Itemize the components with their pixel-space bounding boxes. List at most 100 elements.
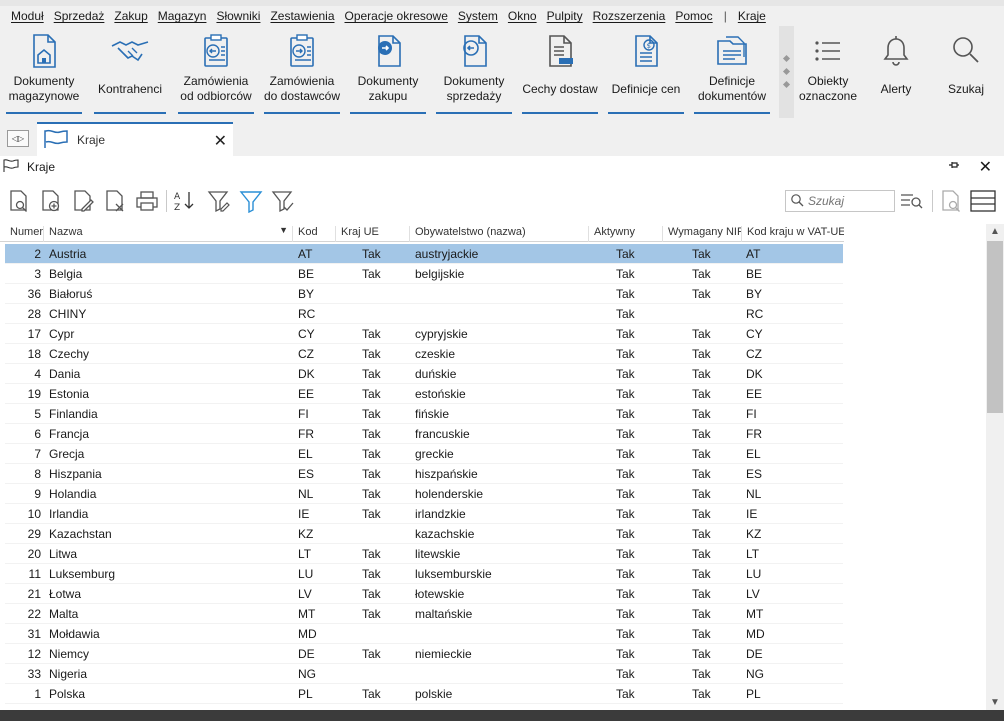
- add-document-button[interactable]: [38, 187, 64, 215]
- flag-icon: [43, 129, 69, 152]
- table-row[interactable]: 19 Estonia EE Tak estońskie Tak Tak EE: [5, 384, 843, 404]
- table-row[interactable]: 2 Austria AT Tak austryjackie Tak Tak AT: [5, 244, 843, 264]
- ribbon-dokumenty-magazynowe-button[interactable]: Dokumenty magazynowe: [4, 30, 84, 114]
- print-button[interactable]: [134, 187, 160, 215]
- table-row[interactable]: 36 Białoruś BY Tak Tak BY: [5, 284, 843, 304]
- ribbon-obiekty-oznaczone-button[interactable]: Obiekty oznaczone: [796, 30, 860, 114]
- table-row[interactable]: 4 Dania DK Tak duńskie Tak Tak DK: [5, 364, 843, 384]
- scroll-up-icon[interactable]: ▲: [990, 226, 1000, 237]
- column-header-wymagany-nip[interactable]: Wymagany NIP: [663, 226, 742, 242]
- cell-nazwa: Niemcy: [49, 647, 90, 661]
- countries-grid[interactable]: Numer Nazwa ▼ Kod Kraj UE Obywatelstwo (…: [0, 224, 986, 710]
- column-header-obywatelstwo[interactable]: Obywatelstwo (nazwa): [410, 226, 589, 242]
- menu-item[interactable]: Sprzedaż: [49, 9, 110, 23]
- table-row[interactable]: 18 Czechy CZ Tak czeskie Tak Tak CZ: [5, 344, 843, 364]
- ribbon-kontrahenci-button[interactable]: Kontrahenci: [92, 30, 168, 114]
- menu-item[interactable]: Operacje okresowe: [340, 9, 453, 23]
- list-icon: [812, 30, 844, 72]
- scroll-down-icon[interactable]: ▼: [990, 697, 1000, 708]
- table-row[interactable]: 31 Mołdawia MD Tak Tak MD: [5, 624, 843, 644]
- ribbon-definicje-cen-button[interactable]: $ Definicje cen: [606, 30, 686, 114]
- filter-button[interactable]: [238, 187, 264, 215]
- table-row[interactable]: 28 CHINY RC Tak RC: [5, 304, 843, 324]
- cell-obywatelstwo: hiszpańskie: [415, 467, 478, 481]
- ribbon-dokumenty-zakupu-button[interactable]: Dokumenty zakupu: [348, 30, 428, 114]
- menu-item[interactable]: Magazyn: [153, 9, 212, 23]
- document-search-button[interactable]: [938, 187, 964, 215]
- column-header-kod-vat-ue[interactable]: Kod kraju w VAT-UE: [742, 226, 844, 242]
- search-input[interactable]: [808, 194, 894, 208]
- column-header-kraj-ue[interactable]: Kraj UE: [336, 226, 410, 242]
- sort-button[interactable]: AZ: [172, 187, 198, 215]
- table-row[interactable]: 22 Malta MT Tak maltańskie Tak Tak MT: [5, 604, 843, 624]
- ribbon-szukaj-button[interactable]: Szukaj: [938, 30, 994, 114]
- ribbon-grip[interactable]: [779, 26, 794, 118]
- table-row[interactable]: 11 Luksemburg LU Tak luksemburskie Tak Tak LU: [5, 564, 843, 584]
- column-header-aktywny[interactable]: Aktywny: [589, 226, 663, 242]
- svg-text:$: $: [647, 42, 651, 50]
- cell-kod-vat-ue: DE: [746, 647, 763, 661]
- layout-button[interactable]: [970, 187, 996, 215]
- advanced-search-button[interactable]: [898, 187, 924, 215]
- table-row[interactable]: 5 Finlandia FI Tak fińskie Tak Tak FI: [5, 404, 843, 424]
- menu-item[interactable]: Rozszerzenia: [588, 9, 671, 23]
- menu-item[interactable]: System: [453, 9, 503, 23]
- table-row[interactable]: 1 Polska PL Tak polskie Tak Tak PL: [5, 684, 843, 704]
- table-row[interactable]: 9 Holandia NL Tak holenderskie Tak Tak NL: [5, 484, 843, 504]
- document-edit-icon: [74, 190, 94, 212]
- close-window-icon[interactable]: ✕: [979, 157, 992, 177]
- filter-clear-button[interactable]: [270, 187, 296, 215]
- filter-icon: [239, 191, 263, 213]
- table-row[interactable]: 7 Grecja EL Tak greckie Tak Tak EL: [5, 444, 843, 464]
- search-icon: [790, 193, 804, 210]
- menu-item[interactable]: Kraje: [733, 9, 771, 23]
- scrollbar-thumb[interactable]: [987, 241, 1003, 413]
- cell-nazwa: Łotwa: [49, 587, 82, 601]
- delete-document-button[interactable]: [102, 187, 128, 215]
- price-definitions-icon: $: [629, 30, 663, 72]
- preview-document-button[interactable]: [6, 187, 32, 215]
- vertical-scrollbar[interactable]: ▲ ▼: [986, 224, 1004, 710]
- ribbon-dokumenty-sprzedazy-button[interactable]: Dokumenty sprzedaży: [434, 30, 514, 114]
- tab-navigation-button[interactable]: ◁▷: [7, 130, 29, 147]
- table-row[interactable]: 6 Francja FR Tak francuskie Tak Tak FR: [5, 424, 843, 444]
- edit-document-button[interactable]: [70, 187, 96, 215]
- tab-kraje[interactable]: Kraje ✕: [37, 122, 233, 156]
- menu-item[interactable]: Okno: [503, 9, 542, 23]
- menu-item[interactable]: Pomoc: [670, 9, 717, 23]
- column-header-nazwa[interactable]: Nazwa ▼: [44, 226, 293, 242]
- cell-kod: EE: [298, 387, 315, 401]
- menu-item[interactable]: Zestawienia: [265, 9, 339, 23]
- table-row[interactable]: 8 Hiszpania ES Tak hiszpańskie Tak Tak ES: [5, 464, 843, 484]
- ribbon-zamowienia-do-dostawcow-button[interactable]: Zamówienia do dostawców: [262, 30, 342, 114]
- filter-edit-button[interactable]: [206, 187, 232, 215]
- cell-aktywny: Tak: [616, 667, 635, 681]
- menu-item[interactable]: Zakup: [109, 9, 152, 23]
- menu-item[interactable]: Słowniki: [211, 9, 265, 23]
- column-header-kod[interactable]: Kod: [293, 226, 336, 242]
- table-row[interactable]: 29 Kazachstan KZ kazachskie Tak Tak KZ: [5, 524, 843, 544]
- ribbon-alerty-button[interactable]: Alerty: [868, 30, 924, 114]
- table-row[interactable]: 10 Irlandia IE Tak irlandzkie Tak Tak IE: [5, 504, 843, 524]
- search-box[interactable]: [785, 190, 895, 212]
- cell-obywatelstwo: greckie: [415, 447, 454, 461]
- close-tab-icon[interactable]: ✕: [214, 131, 227, 151]
- cell-nazwa: Malta: [49, 607, 79, 621]
- table-row[interactable]: 12 Niemcy DE Tak niemieckie Tak Tak DE: [5, 644, 843, 664]
- ribbon-definicje-dokumentow-button[interactable]: Definicje dokumentów: [692, 30, 772, 114]
- cell-aktywny: Tak: [616, 447, 635, 461]
- ribbon-zamowienia-od-odbiorcow-button[interactable]: Zamówienia od odbiorców: [176, 30, 256, 114]
- column-header-numer[interactable]: Numer: [5, 226, 44, 242]
- ribbon-cechy-dostaw-button[interactable]: Cechy dostaw: [520, 30, 600, 114]
- cell-kod-vat-ue: LT: [746, 547, 760, 561]
- menu-item[interactable]: Moduł: [6, 9, 49, 23]
- table-row[interactable]: 3 Belgia BE Tak belgijskie Tak Tak BE: [5, 264, 843, 284]
- menu-item[interactable]: Pulpity: [542, 9, 588, 23]
- table-row[interactable]: 20 Litwa LT Tak litewskie Tak Tak LT: [5, 544, 843, 564]
- table-row[interactable]: 17 Cypr CY Tak cypryjskie Tak Tak CY: [5, 324, 843, 344]
- table-row[interactable]: 21 Łotwa LV Tak łotewskie Tak Tak LV: [5, 584, 843, 604]
- ribbon-label: Zamówienia do dostawców: [263, 74, 341, 103]
- cell-kod-vat-ue: ES: [746, 467, 763, 481]
- pin-icon[interactable]: [948, 160, 960, 173]
- table-row[interactable]: 33 Nigeria NG Tak Tak NG: [5, 664, 843, 684]
